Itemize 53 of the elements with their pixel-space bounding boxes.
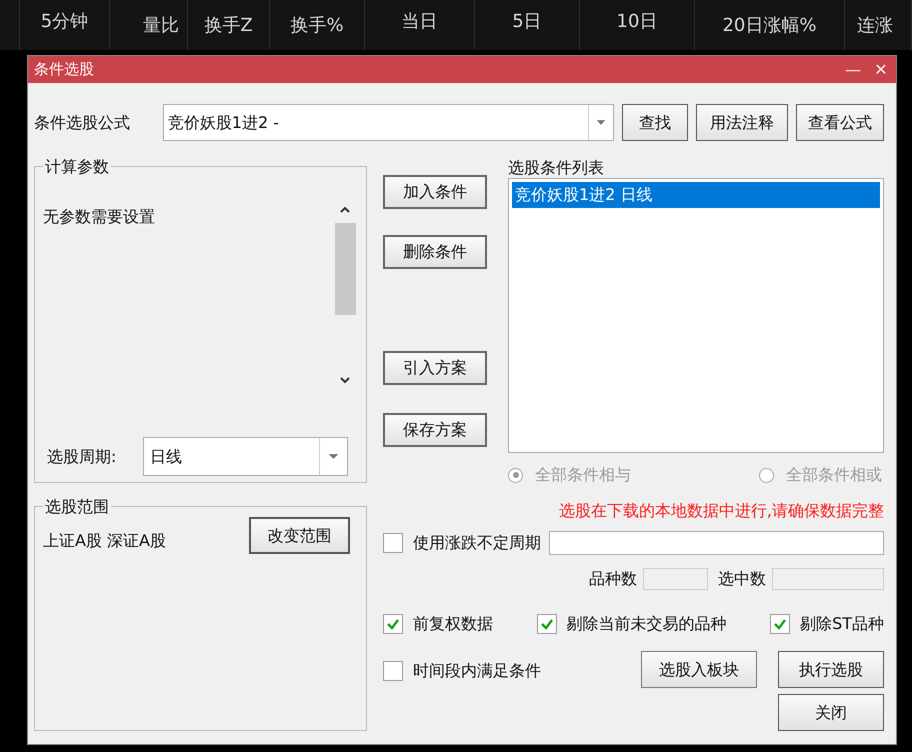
column-header[interactable]: 量比 bbox=[143, 12, 179, 38]
column-header[interactable]: 换手% bbox=[290, 12, 344, 38]
scroll-thumb[interactable] bbox=[335, 223, 356, 315]
change-scope-button[interactable]: 改变范围 bbox=[249, 517, 350, 554]
column-header[interactable]: 20日涨幅% bbox=[722, 12, 816, 38]
checkbox-label: 前复权数据 bbox=[413, 613, 493, 635]
check-icon bbox=[540, 617, 554, 631]
scroll-up-icon[interactable] bbox=[339, 205, 351, 215]
close-button[interactable]: ✕ bbox=[870, 58, 892, 82]
list-item[interactable]: 竞价妖股1进2 日线 bbox=[512, 182, 880, 208]
count-field bbox=[643, 568, 708, 590]
import-scheme-button[interactable]: 引入方案 bbox=[383, 351, 487, 385]
checkbox-label: 时间段内满足条件 bbox=[413, 660, 541, 682]
column-header[interactable]: 5日 bbox=[512, 8, 542, 35]
warning-text: 选股在下载的本地数据中进行,请确保数据完整 bbox=[558, 500, 884, 522]
checkbox[interactable] bbox=[383, 533, 403, 553]
column-header[interactable]: 10日 bbox=[616, 8, 658, 35]
field-label: 品种数 bbox=[589, 568, 637, 590]
checkbox[interactable] bbox=[383, 661, 403, 681]
window-title: 条件选股 bbox=[34, 59, 95, 80]
add-to-block-button[interactable]: 选股入板块 bbox=[641, 651, 757, 688]
column-header[interactable]: 5分钟 bbox=[40, 8, 88, 35]
field-label: 条件选股公式 bbox=[34, 112, 131, 134]
formula-dropdown[interactable]: 竞价妖股1进2 - bbox=[162, 104, 614, 141]
save-scheme-button[interactable]: 保存方案 bbox=[383, 413, 487, 447]
checkbox[interactable] bbox=[536, 614, 557, 634]
params-message: 无参数需要设置 bbox=[43, 206, 155, 228]
checkbox[interactable] bbox=[770, 614, 790, 634]
list-title: 选股条件列表 bbox=[508, 158, 605, 178]
view-formula-button[interactable]: 查看公式 bbox=[796, 104, 884, 141]
checkbox[interactable] bbox=[383, 614, 403, 634]
add-condition-button[interactable]: 加入条件 bbox=[383, 175, 487, 209]
checkbox-label: 剔除当前未交易的品种 bbox=[566, 613, 727, 635]
run-button[interactable]: 执行选股 bbox=[778, 651, 884, 688]
delete-condition-button[interactable]: 删除条件 bbox=[383, 235, 487, 269]
close-button[interactable]: 关闭 bbox=[778, 694, 884, 731]
checkbox-label: 使用涨跌不定周期 bbox=[413, 532, 541, 554]
field-label: 选中数 bbox=[718, 568, 766, 590]
period-input[interactable] bbox=[549, 531, 884, 555]
check-icon bbox=[386, 617, 400, 631]
condition-listbox[interactable]: 竞价妖股1进2 日线 bbox=[508, 178, 884, 453]
column-header[interactable]: 当日 bbox=[402, 8, 438, 35]
column-header[interactable]: 换手Z bbox=[204, 12, 253, 38]
minimize-button[interactable]: — bbox=[842, 58, 864, 82]
period-dropdown[interactable]: 日线 bbox=[143, 437, 348, 476]
scroll-down-icon[interactable] bbox=[339, 375, 351, 385]
scope-text: 上证A股 深证A股 bbox=[43, 530, 166, 552]
column-header[interactable]: 连涨 bbox=[857, 12, 893, 38]
find-button[interactable]: 查找 bbox=[622, 104, 688, 141]
usage-notes-button[interactable]: 用法注释 bbox=[696, 104, 788, 141]
checkbox-label: 剔除ST品种 bbox=[800, 613, 884, 635]
check-icon bbox=[773, 617, 788, 631]
field-label: 选股周期: bbox=[47, 446, 118, 468]
